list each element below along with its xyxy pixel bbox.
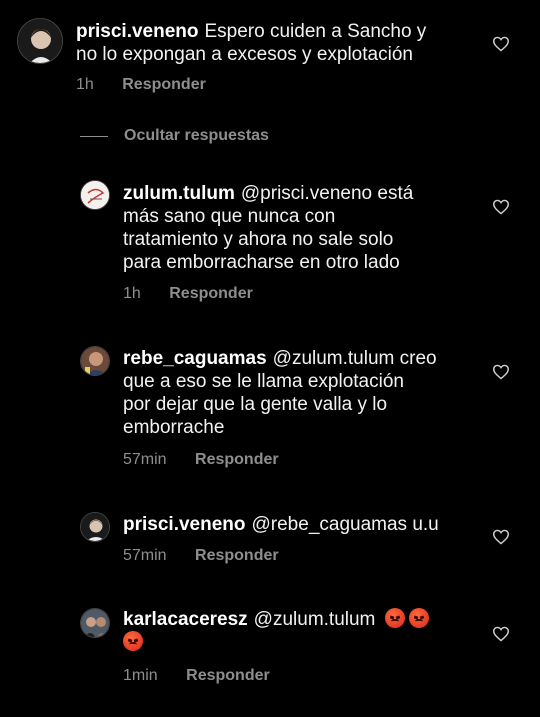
reply-text-line: por dejar que la gente valla y lo xyxy=(123,394,388,415)
reply-time: 1h xyxy=(123,285,141,302)
reply-text-line: que a eso se le llama explotación xyxy=(123,371,404,392)
comment-username[interactable]: prisci.veneno xyxy=(76,21,199,42)
heart-outline-icon[interactable] xyxy=(492,364,510,380)
avatar[interactable] xyxy=(80,608,110,638)
heart-outline-icon[interactable] xyxy=(492,199,510,215)
reply-text: zulum.tulum @prisci.veneno está más sano … xyxy=(123,182,413,274)
avatar[interactable] xyxy=(80,512,110,542)
reply-button[interactable]: Responder xyxy=(122,76,206,93)
reply-text-line: @zulum.tulum xyxy=(253,609,376,630)
reply-username[interactable]: karlacaceresz xyxy=(123,609,248,630)
angry-face-icon xyxy=(408,608,429,628)
reply-meta: 1h Responder xyxy=(123,285,253,303)
comment-time: 1h xyxy=(76,76,94,93)
reply-time: 57min xyxy=(123,451,167,468)
heart-outline-icon[interactable] xyxy=(492,36,510,52)
divider xyxy=(80,135,108,137)
reply-time: 1min xyxy=(123,667,158,684)
angry-face-icon xyxy=(123,631,143,651)
angry-face-icon xyxy=(384,608,405,628)
reply-text-line: tratamiento y ahora no sale solo xyxy=(123,229,394,250)
reply-meta: 1min Responder xyxy=(123,667,270,685)
avatar[interactable] xyxy=(17,18,63,64)
reply-meta: 57min Responder xyxy=(123,451,279,469)
comment-text-line: no lo expongan a excesos y explotación xyxy=(76,44,413,65)
reply-text-line: para emborracharse en otro lado xyxy=(123,252,400,273)
reply-text-line: emborrache xyxy=(123,417,225,438)
reply-button[interactable]: Responder xyxy=(195,547,279,564)
reply-button[interactable]: Responder xyxy=(169,285,253,302)
comment-meta: 1h Responder xyxy=(76,76,206,94)
heart-outline-icon[interactable] xyxy=(492,529,510,545)
reply-text-line: más sano que nunca con xyxy=(123,206,336,227)
reply-username[interactable]: prisci.veneno xyxy=(123,514,246,535)
reply-meta: 57min Responder xyxy=(123,547,279,565)
reply-text: karlacaceresz @zulum.tulum xyxy=(123,608,429,654)
reply-time: 57min xyxy=(123,547,167,564)
hide-replies-label: Ocultar respuestas xyxy=(124,127,269,144)
comment-text: prisci.veneno Espero cuiden a Sancho y no… xyxy=(76,20,426,66)
reply-text-line: @prisci.veneno está xyxy=(240,183,414,204)
reply-username[interactable]: zulum.tulum xyxy=(123,183,235,204)
reply-text: prisci.veneno @rebe_caguamas u.u xyxy=(123,513,439,536)
avatar[interactable] xyxy=(80,346,110,376)
reply-username[interactable]: rebe_caguamas xyxy=(123,348,267,369)
reply-button[interactable]: Responder xyxy=(186,667,270,684)
comment-text-line: Espero cuiden a Sancho y xyxy=(204,21,427,42)
reply-text: rebe_caguamas @zulum.tulum creo que a eso… xyxy=(123,347,437,439)
heart-outline-icon[interactable] xyxy=(492,626,510,642)
avatar[interactable] xyxy=(80,180,110,210)
reply-text-line: @rebe_caguamas u.u xyxy=(251,514,439,535)
reply-text-line: @zulum.tulum creo xyxy=(272,348,437,369)
reply-button[interactable]: Responder xyxy=(195,451,279,468)
hide-replies-button[interactable]: Ocultar respuestas xyxy=(80,127,269,145)
